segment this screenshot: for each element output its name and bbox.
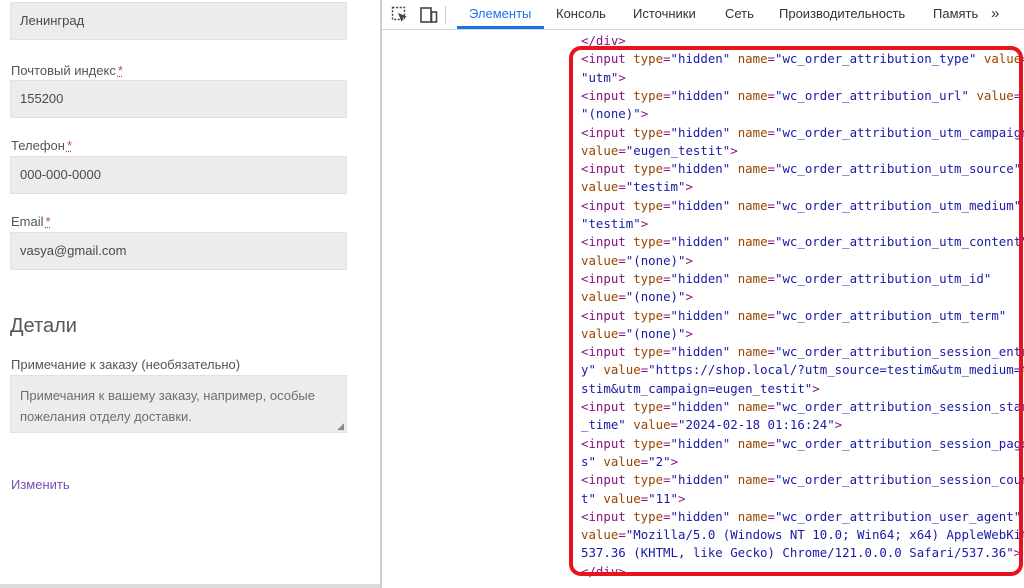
devtools-panel: Элементы Консоль Источники Сеть Производ…: [382, 0, 1024, 588]
horizontal-scrollbar[interactable]: [0, 584, 380, 588]
device-toolbar-icon[interactable]: [419, 5, 439, 25]
required-marker: *: [66, 138, 72, 153]
notes-placeholder-line-1: Примечания к вашему заказу, например, ос…: [20, 388, 315, 403]
checkout-form-pane: Ленинград Почтовый индекс * 155200 Телефо…: [0, 0, 380, 588]
required-marker: *: [117, 63, 123, 78]
highlight-annotation-box: [569, 46, 1023, 576]
order-notes-label: Примечание к заказу (необязательно): [11, 357, 241, 372]
email-input[interactable]: vasya@gmail.com: [10, 232, 347, 270]
tab-performance[interactable]: Производительность: [779, 0, 905, 29]
phone-label: Телефон *: [11, 138, 72, 153]
details-heading: Детали: [10, 315, 77, 337]
phone-label-text: Телефон: [11, 138, 65, 153]
required-marker: *: [45, 214, 51, 229]
active-tab-indicator: [457, 26, 544, 29]
element-picker-icon[interactable]: [390, 5, 410, 25]
email-label: Email *: [11, 214, 51, 229]
postcode-label-text: Почтовый индекс: [11, 63, 116, 78]
order-notes-textarea[interactable]: Примечания к вашему заказу, например, ос…: [10, 375, 347, 433]
tab-sources[interactable]: Источники: [633, 0, 696, 29]
postcode-label: Почтовый индекс *: [11, 63, 123, 78]
notes-placeholder-line-2: пожелания отделу доставки.: [20, 409, 192, 424]
tab-memory[interactable]: Память: [933, 0, 978, 29]
more-tabs-button[interactable]: »: [991, 0, 999, 29]
phone-input[interactable]: 000-000-0000: [10, 156, 347, 194]
devtools-toolbar: Элементы Консоль Источники Сеть Производ…: [382, 0, 1024, 30]
resize-grip-icon[interactable]: ◢: [337, 422, 344, 431]
tab-console[interactable]: Консоль: [556, 0, 606, 29]
change-link[interactable]: Изменить: [11, 477, 70, 492]
toolbar-separator: [445, 6, 446, 24]
tab-network[interactable]: Сеть: [725, 0, 754, 29]
email-label-text: Email: [11, 214, 44, 229]
postcode-input[interactable]: 155200: [10, 80, 347, 118]
city-input[interactable]: Ленинград: [10, 2, 347, 40]
tab-elements[interactable]: Элементы: [469, 0, 531, 29]
